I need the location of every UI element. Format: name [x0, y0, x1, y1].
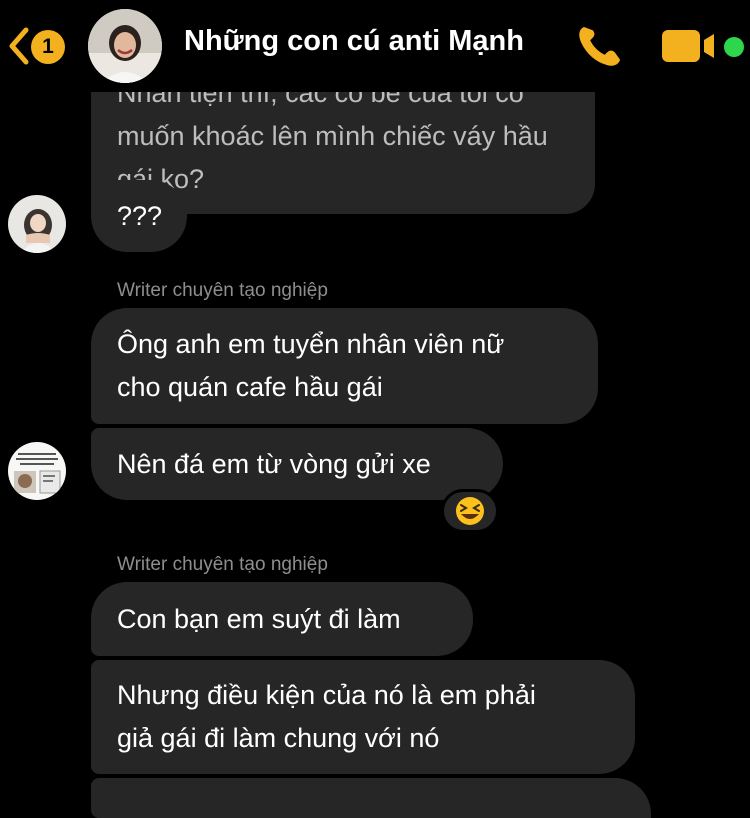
phone-icon[interactable]	[574, 22, 624, 68]
message-reaction[interactable]	[441, 489, 499, 533]
unread-count-badge[interactable]: 1	[31, 30, 65, 64]
message-text-line: giả gái đi làm chung với nó	[117, 723, 440, 753]
laughing-face-emoji-icon	[456, 497, 484, 525]
message-text-line: muốn khoác lên mình chiếc váy hầu	[117, 121, 548, 151]
message-text-line: Nhưng điều kiện của nó là em phải	[117, 680, 536, 710]
video-camera-icon[interactable]	[660, 26, 720, 66]
online-status-indicator	[724, 37, 744, 57]
message-text-line: gái ko?	[117, 164, 205, 194]
back-chevron-icon[interactable]	[4, 26, 34, 66]
message-text-line: Con bạn em suýt đi làm	[117, 604, 401, 634]
message-text-line: ???	[117, 201, 163, 231]
message-bubble[interactable]: Con bạn em suýt đi làm	[91, 582, 473, 656]
message-bubble[interactable]	[91, 778, 651, 818]
message-text-line: Ông anh em tuyển nhân viên nữ	[117, 329, 505, 359]
message-bubble[interactable]: Nhưng điều kiện của nó là em phải giả gá…	[91, 660, 635, 774]
message-bubble[interactable]: Nên đá em từ vòng gửi xe	[91, 428, 503, 500]
chat-header: 1 Những con cú anti Mạnh	[0, 0, 750, 92]
message-bubble[interactable]: ???	[91, 180, 187, 252]
sender-name: Writer chuyên tạo nghiệp	[117, 280, 328, 301]
message-text-line: cho quán cafe hầu gái	[117, 372, 383, 402]
sender-name: Writer chuyên tạo nghiệp	[117, 554, 328, 575]
sender-avatar[interactable]	[8, 195, 66, 253]
sender-avatar[interactable]	[8, 442, 66, 500]
message-bubble[interactable]: Ông anh em tuyển nhân viên nữ cho quán c…	[91, 308, 598, 424]
group-avatar[interactable]	[88, 9, 162, 83]
chat-title[interactable]: Những con cú anti Mạnh	[184, 25, 524, 58]
message-text-line: Nên đá em từ vòng gửi xe	[117, 449, 431, 479]
message-thread: Nhân tiện thì, các cô bé của tôi có muốn…	[0, 0, 750, 818]
